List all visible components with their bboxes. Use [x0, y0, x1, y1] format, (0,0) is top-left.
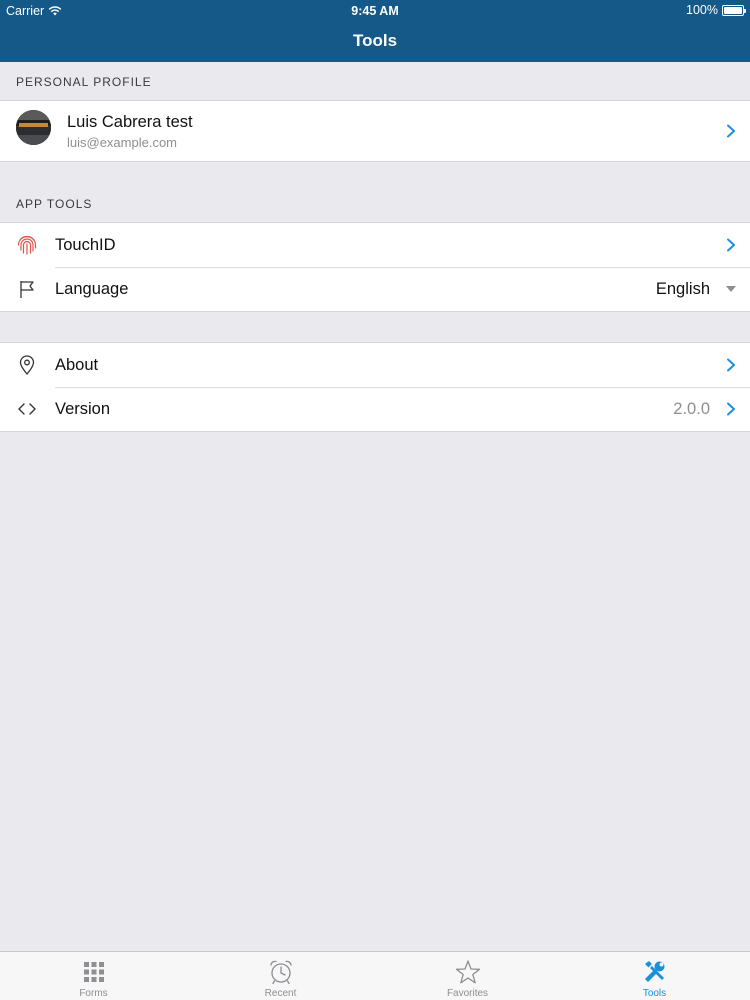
profile-email: luis@example.com: [67, 135, 178, 150]
tab-label: Recent: [264, 988, 297, 999]
battery-percent: 100%: [686, 3, 718, 17]
location-pin-icon: [16, 354, 38, 376]
grid-icon: [83, 962, 104, 982]
tab-bar: Forms Recent Favorites Tools: [0, 951, 750, 1000]
tab-forms[interactable]: Forms: [0, 952, 187, 1000]
fingerprint-icon: [16, 234, 38, 256]
page-title: Tools: [352, 31, 398, 50]
touchid-row[interactable]: TouchID: [0, 223, 750, 267]
star-icon: [455, 960, 480, 984]
tab-label: Favorites: [446, 988, 489, 999]
touchid-label: TouchID: [55, 236, 116, 254]
chevron-right-icon: [727, 238, 735, 252]
tab-label: Forms: [79, 988, 108, 999]
tools-icon: [644, 961, 664, 982]
personal-profile-group: Luis Cabrera test luis@example.com: [0, 100, 750, 162]
tab-label: Tools: [642, 988, 667, 999]
about-row[interactable]: About: [0, 343, 750, 387]
about-label: About: [55, 356, 99, 374]
tab-recent[interactable]: Recent: [187, 952, 374, 1000]
chevron-right-icon: [727, 402, 735, 416]
battery-icon: [722, 4, 746, 16]
section-header-app-tools: APP TOOLS: [16, 197, 93, 211]
version-label: Version: [55, 400, 111, 418]
code-icon: [16, 398, 38, 420]
language-row[interactable]: Language English: [0, 267, 750, 311]
version-value: 2.0.0: [673, 400, 710, 418]
chevron-right-icon: [727, 124, 735, 138]
app-tools-group: TouchID Language English: [0, 222, 750, 312]
version-row[interactable]: Version 2.0.0: [0, 387, 750, 431]
chevron-right-icon: [727, 358, 735, 372]
avatar: [16, 110, 51, 145]
tab-tools[interactable]: Tools: [561, 952, 748, 1000]
tab-favorites[interactable]: Favorites: [374, 952, 561, 1000]
battery-indicator: 100%: [686, 3, 746, 17]
status-time: 9:45 AM: [351, 4, 399, 18]
navigation-bar: Carrier 9:45 AM 100% Tools: [0, 0, 750, 62]
flag-icon: [16, 278, 38, 300]
profile-row[interactable]: Luis Cabrera test luis@example.com: [0, 101, 750, 161]
status-bar: Carrier 9:45 AM 100%: [0, 0, 750, 22]
info-group: About Version 2.0.0: [0, 342, 750, 432]
profile-name: Luis Cabrera test: [67, 113, 193, 131]
caret-down-icon: [726, 286, 736, 292]
language-label: Language: [55, 280, 129, 298]
language-select-value[interactable]: English: [656, 280, 710, 299]
alarm-clock-icon: [269, 960, 292, 985]
section-header-personal-profile: PERSONAL PROFILE: [16, 75, 152, 89]
